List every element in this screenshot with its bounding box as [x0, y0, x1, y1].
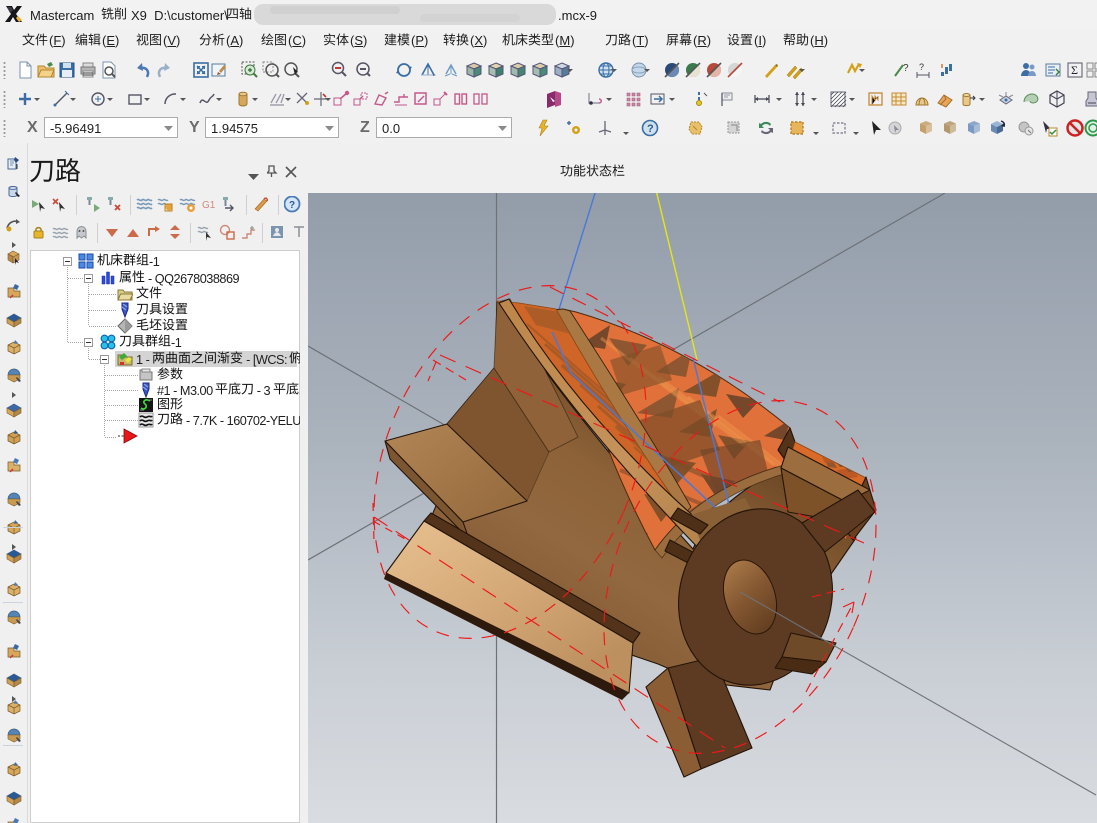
svg-text:G1: G1	[202, 200, 216, 211]
svg-text:?: ?	[289, 200, 295, 211]
svg-text:Σ: Σ	[1071, 63, 1078, 77]
svg-text:?: ?	[919, 62, 924, 72]
svg-text:?: ?	[903, 63, 909, 74]
svg-text:?: ?	[647, 123, 654, 135]
